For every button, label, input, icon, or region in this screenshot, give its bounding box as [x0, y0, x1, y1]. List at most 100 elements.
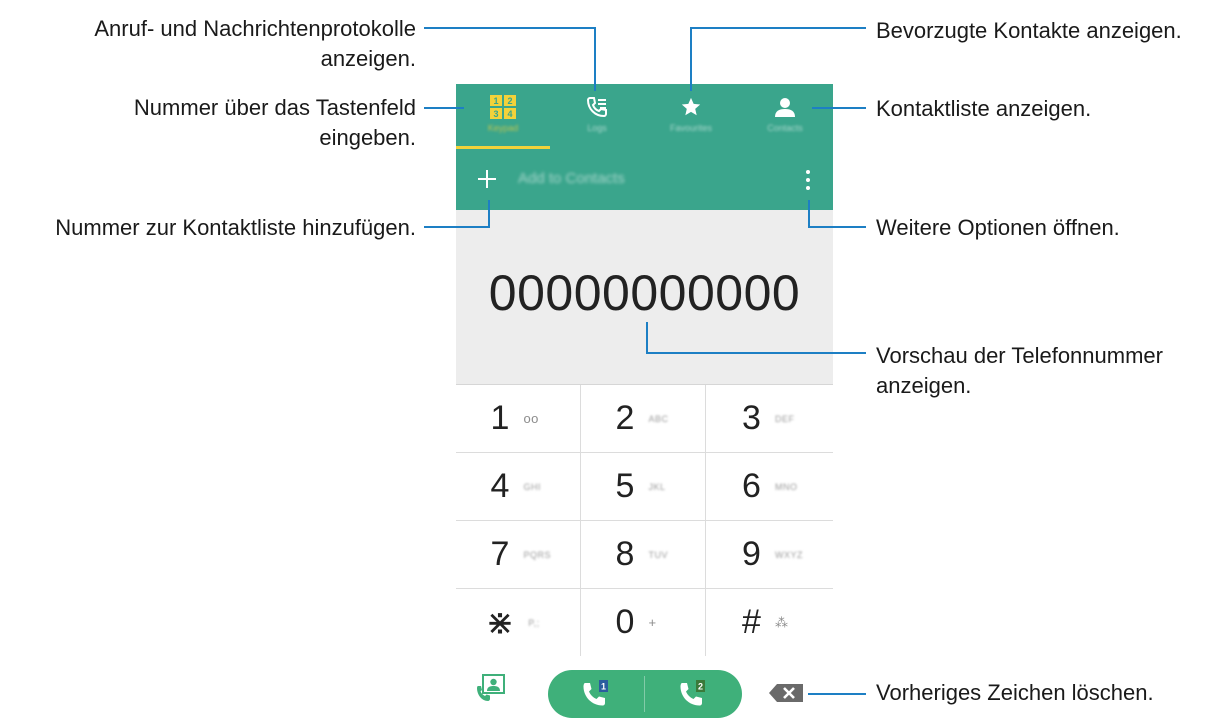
- selected-tab-indicator: [456, 146, 550, 149]
- phone-number-display: 00000000000: [488, 265, 801, 321]
- svg-text:3: 3: [493, 109, 498, 119]
- call-sim2-button[interactable]: 2: [645, 670, 742, 718]
- tab-bar: 1 2 3 4 Keypad Logs Favourites Contacts: [456, 84, 833, 150]
- key-digit: ⋇: [485, 603, 515, 642]
- svg-text:1: 1: [493, 96, 498, 106]
- key-letters: DEF: [774, 413, 795, 424]
- key-letters: MNO: [774, 481, 798, 492]
- annotation-preview-line1: Vorschau der Telefonnummer: [876, 343, 1163, 368]
- star-icon: [680, 96, 702, 118]
- key-3[interactable]: 3 DEF: [706, 385, 833, 453]
- annotation-logs-line1: Anruf- und Nachrichtenprotokolle: [94, 16, 416, 41]
- contacts-card-button[interactable]: [476, 674, 506, 707]
- delete-button[interactable]: [769, 684, 805, 707]
- annotation-preview: Vorschau der Telefonnummer anzeigen.: [876, 341, 1163, 401]
- key-letters: ABC: [648, 413, 669, 424]
- add-to-contacts-button[interactable]: [474, 166, 500, 192]
- key-digit: 1: [490, 399, 510, 437]
- annotation-favourites: Bevorzugte Kontakte anzeigen.: [876, 16, 1182, 46]
- call-log-icon: [586, 96, 608, 118]
- tab-logs[interactable]: Logs: [550, 84, 644, 150]
- annotation-contacts: Kontaktliste anzeigen.: [876, 94, 1091, 124]
- key-2[interactable]: 2 ABC: [581, 385, 706, 453]
- leader-line-add: [488, 200, 490, 228]
- backspace-icon: [769, 684, 803, 702]
- key-digit: 6: [742, 467, 761, 505]
- leader-line-keypad: [424, 107, 464, 109]
- leader-line-favourites: [690, 27, 866, 29]
- annotation-preview-line2: anzeigen.: [876, 373, 972, 398]
- annotation-favourites-text: Bevorzugte Kontakte anzeigen.: [876, 18, 1182, 43]
- leader-line-add: [424, 226, 490, 228]
- annotation-logs-line2: anzeigen.: [320, 46, 416, 71]
- key-1[interactable]: 1 oo: [456, 385, 581, 453]
- key-hash[interactable]: # ⁂: [706, 589, 833, 657]
- leader-line-logs: [424, 27, 596, 29]
- number-preview: 00000000000: [456, 210, 833, 384]
- key-6[interactable]: 6 MNO: [706, 453, 833, 521]
- phone-dialer-screen: 1 2 3 4 Keypad Logs Favourites Contacts …: [456, 84, 833, 727]
- key-7[interactable]: 7 PQRS: [456, 521, 581, 589]
- annotation-delete-text: Vorheriges Zeichen löschen.: [876, 680, 1154, 705]
- sim2-badge: 2: [697, 682, 702, 692]
- key-digit: 2: [615, 399, 635, 437]
- svg-text:4: 4: [507, 109, 512, 119]
- key-digit: #: [742, 603, 761, 641]
- call-sim1-button[interactable]: 1: [548, 670, 645, 718]
- more-options-button[interactable]: [798, 166, 818, 194]
- tab-contacts[interactable]: Contacts: [738, 84, 832, 150]
- more-vertical-icon-dot: [806, 170, 810, 174]
- phone-icon: 1: [583, 680, 608, 706]
- tab-favourites-label: Favourites: [669, 123, 713, 133]
- action-bar: Add to Contacts: [456, 150, 833, 210]
- leader-line-favourites: [690, 27, 692, 91]
- more-vertical-icon-dot: [806, 178, 810, 182]
- key-digit: 4: [490, 467, 510, 505]
- leader-line-preview: [646, 322, 648, 354]
- tab-favourites[interactable]: Favourites: [644, 84, 738, 150]
- leader-line-more: [808, 200, 810, 228]
- annotation-more-options: Weitere Optionen öffnen.: [876, 213, 1120, 243]
- key-8[interactable]: 8 TUV: [581, 521, 706, 589]
- add-to-contacts-label[interactable]: Add to Contacts: [518, 170, 625, 187]
- tab-keypad[interactable]: 1 2 3 4 Keypad: [456, 84, 550, 150]
- mute-icon: ⁂: [774, 614, 789, 630]
- annotation-keypad-line2: eingeben.: [319, 125, 416, 150]
- key-digit: 5: [615, 467, 635, 505]
- key-5[interactable]: 5 JKL: [581, 453, 706, 521]
- annotation-delete: Vorheriges Zeichen löschen.: [876, 678, 1154, 708]
- key-letters: JKL: [648, 481, 666, 492]
- leader-line-contacts: [812, 107, 866, 109]
- sim1-badge: 1: [600, 682, 605, 692]
- more-vertical-icon-dot: [806, 186, 810, 190]
- key-digit: 9: [742, 535, 761, 573]
- voicemail-icon: oo: [523, 411, 539, 426]
- keypad-icon: 1 2 3 4: [490, 95, 516, 119]
- key-0[interactable]: 0 +: [581, 589, 706, 657]
- contact-card-icon: [477, 674, 505, 701]
- call-button-group: 1 2: [548, 670, 742, 718]
- key-letters: WXYZ: [774, 549, 803, 560]
- key-digit: 7: [490, 535, 510, 573]
- leader-line-delete: [808, 693, 866, 695]
- annotation-more-options-text: Weitere Optionen öffnen.: [876, 215, 1120, 240]
- person-icon: [774, 96, 796, 118]
- key-star[interactable]: ⋇ P,;: [456, 589, 581, 657]
- annotation-keypad-line1: Nummer über das Tastenfeld: [133, 95, 416, 120]
- tab-contacts-label: Contacts: [767, 123, 803, 133]
- key-letters: TUV: [648, 549, 668, 560]
- plus-icon: [478, 170, 496, 188]
- leader-line-logs: [594, 27, 596, 91]
- annotation-contacts-text: Kontaktliste anzeigen.: [876, 96, 1092, 121]
- key-4[interactable]: 4 GHI: [456, 453, 581, 521]
- tab-keypad-label: Keypad: [487, 123, 519, 133]
- tab-logs-label: Logs: [587, 123, 607, 133]
- dial-keypad: 1 oo 2 ABC 3 DEF 4 GHI 5 JKL 6 MNO 7 PQR…: [456, 384, 833, 657]
- annotation-add-contact: Nummer zur Kontaktliste hinzufügen.: [55, 213, 416, 243]
- leader-line-more: [808, 226, 866, 228]
- key-9[interactable]: 9 WXYZ: [706, 521, 833, 589]
- leader-line-preview: [646, 352, 866, 354]
- key-digit: 0: [615, 603, 635, 641]
- key-letters: GHI: [523, 481, 541, 492]
- svg-text:2: 2: [507, 96, 512, 106]
